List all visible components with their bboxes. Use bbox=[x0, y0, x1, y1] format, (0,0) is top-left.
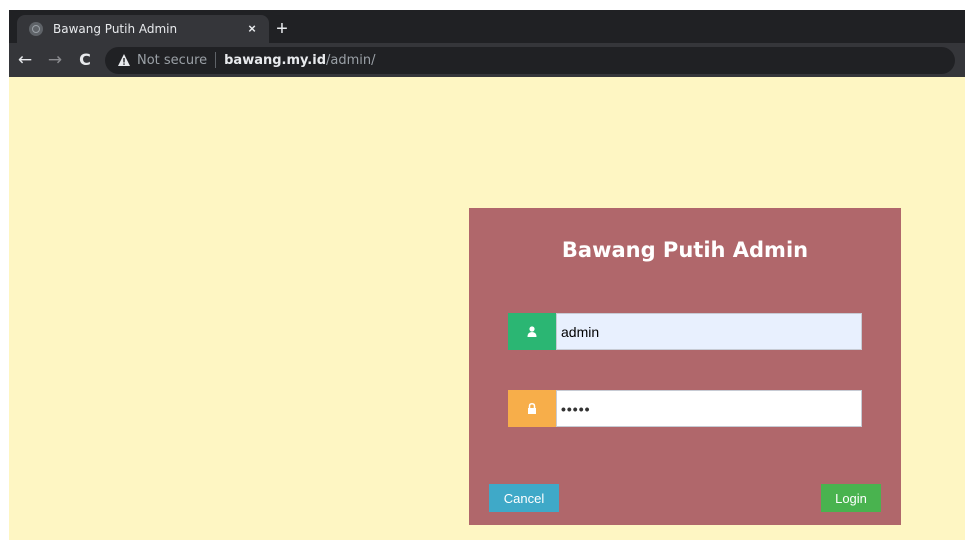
new-tab-button[interactable]: + bbox=[271, 19, 293, 41]
login-button[interactable]: Login bbox=[821, 484, 881, 512]
url-host: bawang.my.id bbox=[224, 52, 327, 68]
tab-strip: Bawang Putih Admin × + bbox=[9, 10, 965, 43]
globe-icon bbox=[29, 22, 43, 36]
username-input[interactable] bbox=[556, 313, 862, 350]
username-field-group bbox=[508, 313, 862, 350]
login-panel: Bawang Putih Admin admin ••••• Cancel Lo… bbox=[469, 208, 901, 525]
cancel-button[interactable]: Cancel bbox=[489, 484, 559, 512]
browser-tab[interactable]: Bawang Putih Admin × bbox=[17, 15, 269, 43]
user-icon bbox=[508, 313, 556, 350]
login-title: Bawang Putih Admin bbox=[561, 238, 809, 262]
browser-toolbar: ← → C Not secure bawang.my.id /admin/ bbox=[9, 43, 965, 77]
password-input[interactable] bbox=[556, 390, 862, 427]
security-label[interactable]: Not secure bbox=[137, 53, 207, 68]
password-field-group bbox=[508, 390, 862, 427]
address-bar[interactable]: Not secure bawang.my.id /admin/ bbox=[105, 46, 955, 74]
back-button[interactable]: ← bbox=[14, 49, 36, 71]
forward-button[interactable]: → bbox=[44, 49, 66, 71]
url-path: /admin/ bbox=[326, 52, 376, 68]
browser-window: Bawang Putih Admin × + ← → C Not secure … bbox=[9, 0, 965, 540]
tab-title: Bawang Putih Admin bbox=[53, 22, 178, 36]
reload-button[interactable]: C bbox=[74, 49, 96, 71]
close-tab-icon[interactable]: × bbox=[243, 20, 261, 38]
page-content: Bawang Putih Admin admin ••••• Cancel Lo… bbox=[9, 77, 965, 540]
warning-icon[interactable] bbox=[117, 53, 131, 67]
lock-icon bbox=[508, 390, 556, 427]
address-separator bbox=[215, 52, 217, 68]
